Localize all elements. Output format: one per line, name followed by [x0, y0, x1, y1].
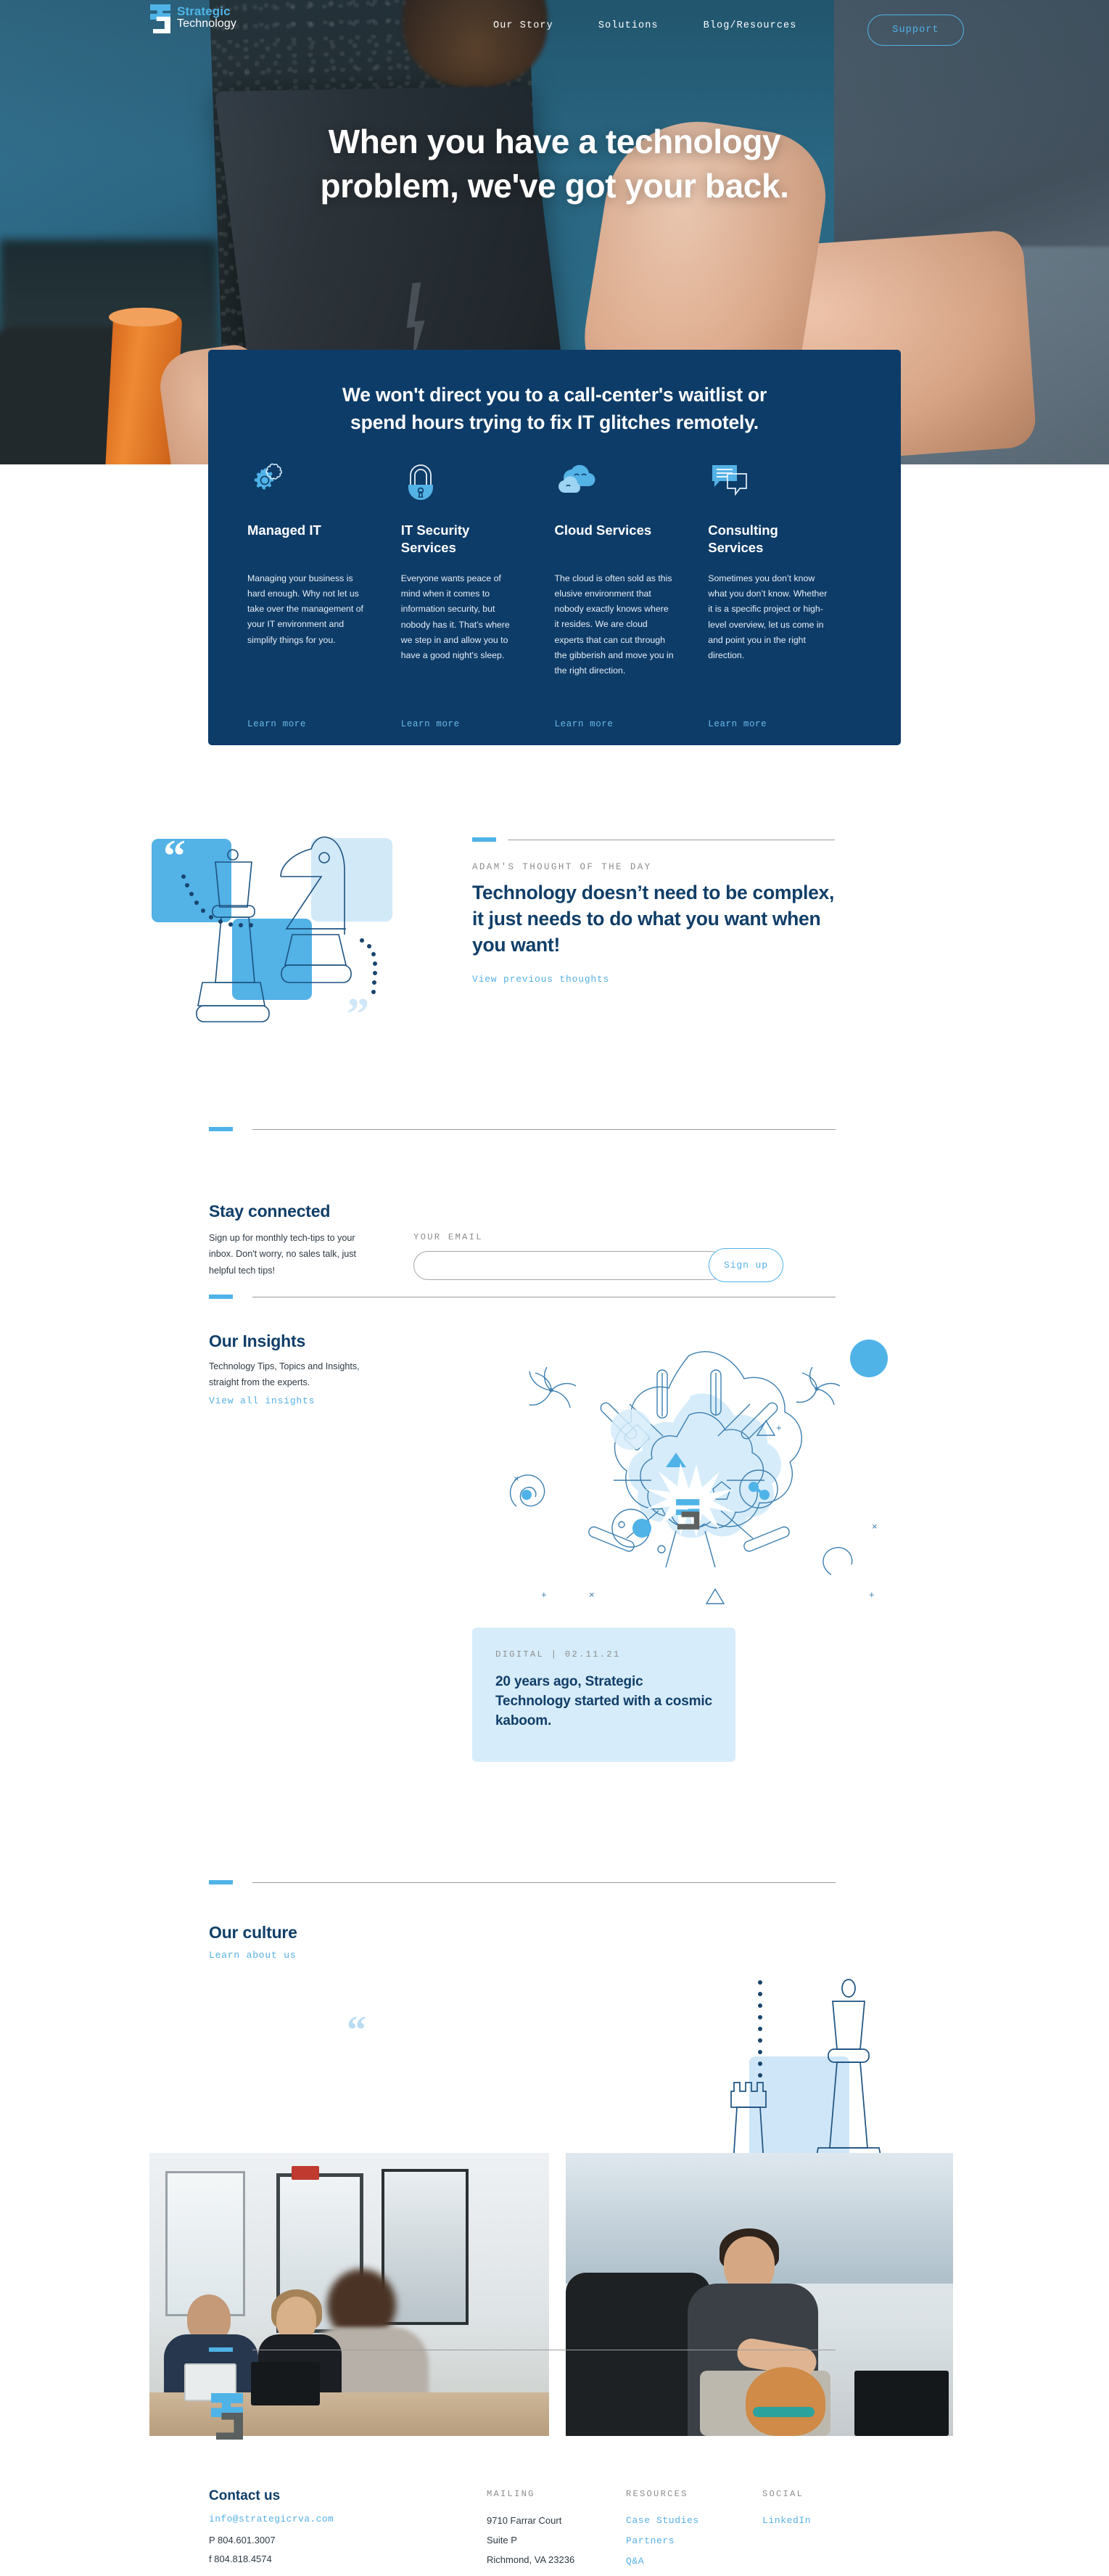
footer-column-resources: RESOURCES Case Studies Partners Q&A: [626, 2489, 699, 2576]
service-body: The cloud is often sold as this elusive …: [554, 573, 674, 676]
open-quote-glyph: “: [163, 832, 186, 881]
footer-link-partners[interactable]: Partners: [626, 2535, 699, 2546]
stay-connected-heading: Stay connected: [209, 1202, 331, 1221]
services-headline-line-2: spend hours trying to fix IT glitches re…: [350, 411, 759, 433]
homepage: Strategic Technology Our Story Solutions…: [0, 0, 1109, 2567]
logo-text-strategic: Strategic: [177, 4, 231, 18]
footer-fax: f 804.818.4574: [209, 2554, 272, 2564]
open-quote-glyph: “: [347, 2008, 366, 2051]
section-rule: [252, 1882, 836, 1883]
chess-quote-illustration: “ ”: [134, 798, 417, 1037]
insight-card-title: 20 years ago, Strategic Technology start…: [495, 1674, 712, 1728]
service-learn-more-link[interactable]: Learn more: [247, 719, 306, 729]
service-column-it-security: IT Security Services Everyone wants peac…: [401, 462, 555, 730]
svg-text:+: +: [541, 1589, 547, 1600]
section-tick: [209, 2347, 233, 2352]
footer-mailing-heading: MAILING: [487, 2489, 535, 2499]
section-tick: [472, 837, 496, 842]
svg-text:×: ×: [514, 1473, 519, 1484]
footer-email-link[interactable]: info@strategicrva.com: [209, 2514, 334, 2524]
gear-icon: [247, 462, 368, 509]
svg-text:×: ×: [872, 1521, 878, 1532]
footer-link-case-studies[interactable]: Case Studies: [626, 2515, 699, 2526]
thought-quote-text: Technology doesn’t need to be complex, i…: [472, 882, 835, 956]
nav-item-solutions[interactable]: Solutions: [598, 20, 659, 31]
services-headline: We won't direct you to a call-center's w…: [208, 350, 901, 436]
hero-title-line-2: problem, we've got your back.: [320, 166, 789, 205]
service-title: Cloud Services: [554, 522, 652, 538]
section-tick: [209, 1127, 233, 1131]
section-rule: [252, 1129, 836, 1130]
footer-mailing-line-1: 9710 Farrar Court: [487, 2515, 562, 2526]
svg-text:×: ×: [589, 1589, 595, 1600]
stay-connected-body: Sign up for monthly tech-tips to your in…: [209, 1233, 357, 1276]
service-learn-more-link[interactable]: Learn more: [708, 719, 767, 729]
service-learn-more-link[interactable]: Learn more: [555, 719, 614, 729]
chat-bubbles-icon: [708, 462, 829, 509]
footer-logo-icon[interactable]: [211, 2393, 243, 2440]
culture-photo-team-meeting: [149, 2153, 549, 2436]
services-card: We won't direct you to a call-center's w…: [208, 350, 901, 745]
learn-about-us-link[interactable]: Learn about us: [209, 1950, 296, 1961]
footer-resources-heading: RESOURCES: [626, 2489, 688, 2499]
insight-card[interactable]: DIGITAL | 02.11.21 20 years ago, Strateg…: [472, 1628, 735, 1762]
nav-item-our-story[interactable]: Our Story: [493, 20, 553, 31]
cloud-icon: [555, 462, 676, 509]
svg-text:+: +: [776, 1422, 782, 1433]
service-learn-more-link[interactable]: Learn more: [401, 719, 460, 729]
services-grid: Managed IT Managing your business is har…: [208, 462, 901, 730]
main-navigation: Strategic Technology Our Story Solutions…: [0, 0, 1109, 51]
thought-eyebrow: ADAM'S THOUGHT OF THE DAY: [472, 862, 652, 872]
nav-item-blog-resources[interactable]: Blog/Resources: [704, 20, 797, 31]
service-column-consulting: Consulting Services Sometimes you don’t …: [708, 462, 862, 730]
footer-mailing-line-2: Suite P: [487, 2535, 517, 2546]
hero-title-line-1: When you have a technology: [328, 123, 781, 160]
service-body: Sometimes you don’t know what you don’t …: [708, 573, 828, 660]
site-logo[interactable]: Strategic Technology: [150, 4, 236, 33]
service-column-cloud: Cloud Services The cloud is often sold a…: [555, 462, 709, 730]
culture-heading: Our culture: [209, 1923, 297, 1942]
service-title: Managed IT: [247, 522, 321, 538]
service-body: Managing your business is hard enough. W…: [247, 573, 363, 645]
logo-text-technology: Technology: [177, 17, 236, 30]
service-body: Everyone wants peace of mind when it com…: [400, 573, 510, 660]
section-tick: [209, 1295, 233, 1299]
insights-heading: Our Insights: [209, 1332, 306, 1350]
footer-link-linkedin[interactable]: LinkedIn: [762, 2515, 811, 2526]
culture-photos: [149, 2153, 953, 2436]
insights-body: Technology Tips, Topics and Insights, st…: [209, 1361, 360, 1388]
service-title: IT Security Services: [400, 522, 470, 556]
services-headline-line-1: We won't direct you to a call-center's w…: [342, 384, 767, 406]
section-tick: [209, 1880, 233, 1884]
view-all-insights-link[interactable]: View all insights: [209, 1395, 315, 1406]
close-quote-glyph: ”: [347, 990, 369, 1039]
svg-text:+: +: [869, 1589, 875, 1600]
cosmic-kaboom-illustration: × × + + × +: [471, 1328, 907, 1633]
service-title: Consulting Services: [708, 522, 778, 556]
lock-icon: [401, 462, 522, 509]
strategic-technology-logo-icon: [150, 4, 170, 33]
email-field-label: YOUR EMAIL: [413, 1232, 483, 1242]
service-column-managed-it: Managed IT Managing your business is har…: [247, 462, 401, 730]
insight-card-meta: DIGITAL | 02.11.21: [495, 1649, 621, 1660]
footer-link-qa[interactable]: Q&A: [626, 2556, 699, 2567]
sign-up-button[interactable]: Sign up: [709, 1248, 783, 1282]
hero-title: When you have a technology problem, we'v…: [0, 120, 1109, 208]
email-input[interactable]: [413, 1251, 725, 1280]
footer-column-social: SOCIAL LinkedIn: [762, 2489, 811, 2535]
view-previous-thoughts-link[interactable]: View previous thoughts: [472, 974, 609, 985]
footer-phone: P 804.601.3007: [209, 2535, 276, 2546]
nav-links: Our Story Solutions Blog/Resources: [493, 0, 796, 51]
support-button[interactable]: Support: [867, 15, 964, 46]
footer-column-mailing: MAILING 9710 Farrar Court Suite P Richmo…: [487, 2489, 574, 2574]
footer-social-heading: SOCIAL: [762, 2489, 804, 2499]
footer-mailing-line-3: Richmond, VA 23236: [487, 2554, 575, 2565]
footer-contact-heading: Contact us: [209, 2488, 281, 2503]
culture-photo-dog: [566, 2153, 953, 2436]
